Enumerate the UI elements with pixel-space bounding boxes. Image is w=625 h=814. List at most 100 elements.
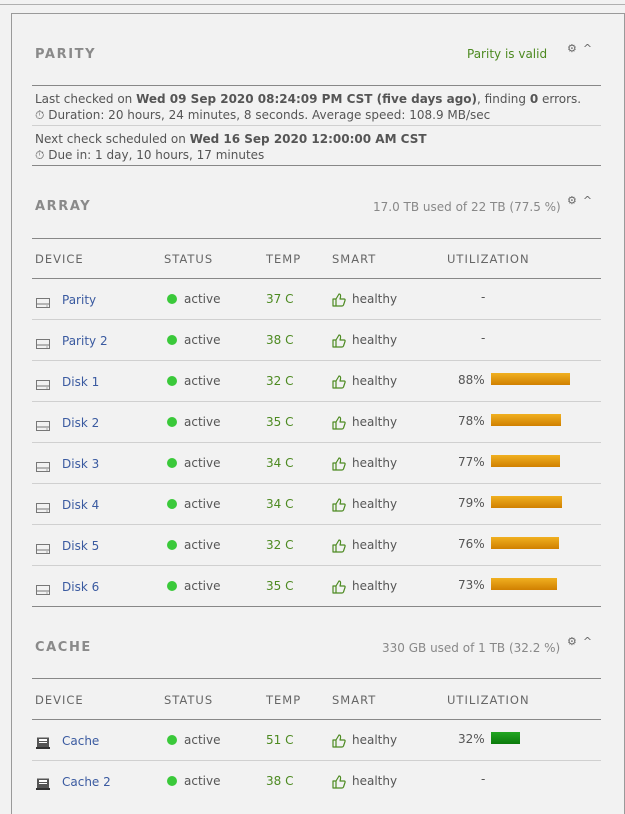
parity-next-check: Next check scheduled on Wed 16 Sep 2020 …: [35, 132, 427, 146]
divider: [32, 85, 601, 86]
hard-drive-icon: [36, 457, 50, 472]
status-text: active: [184, 733, 221, 747]
device-link[interactable]: Disk 4: [62, 498, 99, 512]
col-smart: SMART: [332, 252, 377, 266]
parity-controls: ⚙ ^: [567, 42, 592, 55]
utilization-value: 88%: [458, 373, 485, 387]
device-link[interactable]: Parity 2: [62, 334, 108, 348]
utilization-bar: [491, 496, 562, 508]
status-text: active: [184, 774, 221, 788]
divider: [32, 125, 601, 126]
thumbs-up-icon: [332, 774, 346, 789]
utilization-value: -: [481, 290, 486, 304]
smart-status: healthy: [352, 292, 398, 306]
device-link[interactable]: Disk 5: [62, 539, 99, 553]
error-count: 0: [529, 92, 539, 106]
dashboard-panel: PARITY Parity is valid ⚙ ^ Last checked o…: [11, 13, 625, 814]
device-link[interactable]: Disk 3: [62, 457, 99, 471]
col-device: DEVICE: [35, 693, 84, 707]
thumbs-up-icon: [332, 374, 346, 389]
device-link[interactable]: Cache 2: [62, 775, 111, 789]
hard-drive-icon: [36, 293, 50, 308]
col-utilization: UTILIZATION: [447, 693, 530, 707]
smart-status: healthy: [352, 774, 398, 788]
status-dot-icon: [167, 735, 177, 745]
thumbs-up-icon: [332, 538, 346, 553]
smart-status: healthy: [352, 733, 398, 747]
top-divider: [0, 0, 625, 5]
smart-status: healthy: [352, 538, 398, 552]
status-dot-icon: [167, 458, 177, 468]
gear-icon[interactable]: ⚙: [567, 635, 577, 648]
status-text: active: [184, 456, 221, 470]
device-link[interactable]: Cache: [62, 734, 99, 748]
utilization-value: 76%: [458, 537, 485, 551]
device-link[interactable]: Disk 2: [62, 416, 99, 430]
hard-drive-icon: [36, 539, 50, 554]
status-dot-icon: [167, 294, 177, 304]
cache-title: CACHE: [35, 640, 92, 655]
temperature: 35 C: [266, 415, 294, 429]
table-row: Cache 2 active 38 C healthy -: [32, 761, 601, 802]
status-text: active: [184, 497, 221, 511]
utilization-value: -: [481, 331, 486, 345]
ssd-icon: [36, 734, 50, 749]
chevron-up-icon[interactable]: ^: [583, 42, 592, 55]
parity-status: Parity is valid: [467, 47, 548, 61]
gear-icon[interactable]: ⚙: [567, 194, 577, 207]
utilization-value: 73%: [458, 578, 485, 592]
table-row: Disk 1 active 32 C healthy 88%: [32, 361, 601, 402]
status-text: active: [184, 415, 221, 429]
utilization-value: 79%: [458, 496, 485, 510]
parity-last-checked: Last checked on Wed 09 Sep 2020 08:24:09…: [35, 92, 582, 106]
col-device: DEVICE: [35, 252, 84, 266]
temperature: 32 C: [266, 538, 294, 552]
table-row: Cache active 51 C healthy 32%: [32, 720, 601, 761]
status-text: active: [184, 374, 221, 388]
temperature: 37 C: [266, 292, 294, 306]
last-checked-date: Wed 09 Sep 2020 08:24:09 PM CST (five da…: [136, 92, 478, 106]
smart-status: healthy: [352, 374, 398, 388]
status-dot-icon: [167, 335, 177, 345]
device-link[interactable]: Parity: [62, 293, 96, 307]
status-text: active: [184, 538, 221, 552]
utilization-bar: [491, 455, 560, 467]
utilization-bar: [491, 732, 520, 744]
temperature: 34 C: [266, 456, 294, 470]
smart-status: healthy: [352, 579, 398, 593]
smart-status: healthy: [352, 497, 398, 511]
hard-drive-icon: [36, 498, 50, 513]
status-dot-icon: [167, 376, 177, 386]
smart-status: healthy: [352, 333, 398, 347]
col-temp: TEMP: [266, 693, 302, 707]
clock-icon: ⏱: [35, 108, 45, 122]
thumbs-up-icon: [332, 497, 346, 512]
utilization-value: 78%: [458, 414, 485, 428]
temperature: 51 C: [266, 733, 294, 747]
ssd-icon: [36, 775, 50, 790]
hard-drive-icon: [36, 334, 50, 349]
table-row: Disk 6 active 35 C healthy 73%: [32, 566, 601, 607]
divider: [32, 165, 601, 166]
device-link[interactable]: Disk 6: [62, 580, 99, 594]
thumbs-up-icon: [332, 456, 346, 471]
utilization-value: -: [481, 772, 486, 786]
temperature: 32 C: [266, 374, 294, 388]
status-dot-icon: [167, 417, 177, 427]
chevron-up-icon[interactable]: ^: [583, 635, 592, 648]
thumbs-up-icon: [332, 579, 346, 594]
chevron-up-icon[interactable]: ^: [583, 194, 592, 207]
device-link[interactable]: Disk 1: [62, 375, 99, 389]
table-row: Parity 2 active 38 C healthy -: [32, 320, 601, 361]
col-utilization: UTILIZATION: [447, 252, 530, 266]
gear-icon[interactable]: ⚙: [567, 42, 577, 55]
smart-status: healthy: [352, 456, 398, 470]
table-row: Parity active 37 C healthy -: [32, 279, 601, 320]
table-row: Disk 2 active 35 C healthy 78%: [32, 402, 601, 443]
thumbs-up-icon: [332, 733, 346, 748]
status-text: active: [184, 579, 221, 593]
hard-drive-icon: [36, 375, 50, 390]
thumbs-up-icon: [332, 333, 346, 348]
divider: [32, 238, 601, 239]
temperature: 34 C: [266, 497, 294, 511]
